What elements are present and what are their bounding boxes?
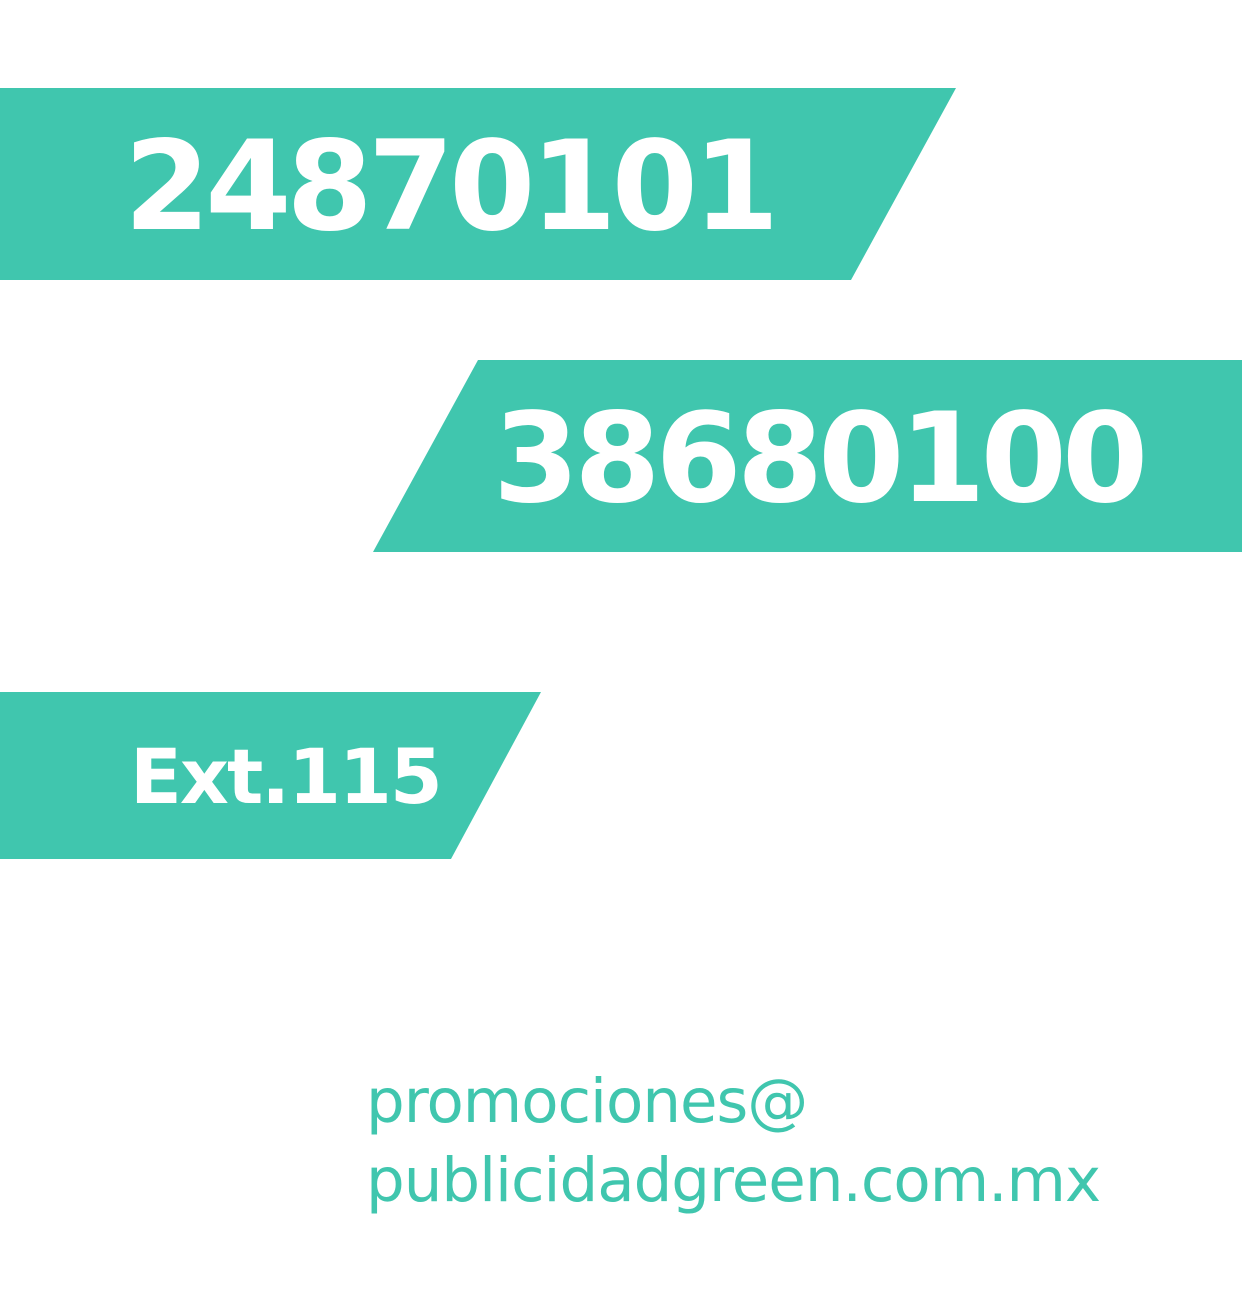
extension-banner: Ext.115 xyxy=(0,692,541,859)
email-address[interactable]: promociones@ publicidadgreen.com.mx xyxy=(366,1062,1101,1220)
phone-number-primary: 24870101 xyxy=(124,115,779,259)
phone-banner-secondary: 38680100 xyxy=(373,360,1242,552)
phone-extension: Ext.115 xyxy=(130,731,443,821)
email-line-1: promociones@ xyxy=(366,1066,808,1137)
phone-banner-primary: 24870101 xyxy=(0,88,956,280)
email-line-2: publicidadgreen.com.mx xyxy=(366,1145,1101,1216)
phone-number-secondary: 38680100 xyxy=(493,387,1148,531)
